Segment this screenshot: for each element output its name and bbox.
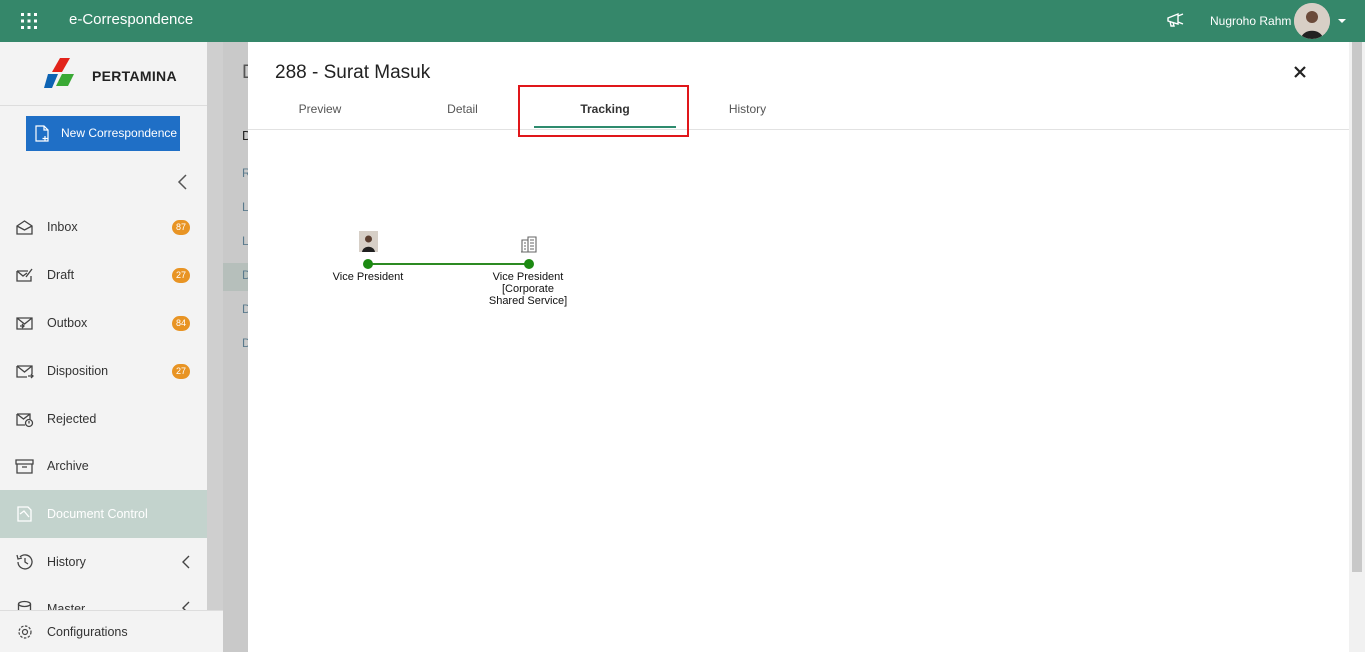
- sidebar-item-label: Master: [47, 602, 86, 610]
- user-menu-caret-icon[interactable]: [1338, 19, 1346, 23]
- building-icon: [521, 236, 537, 253]
- top-bar: e-Correspondence Nugroho Rahm: [0, 0, 1365, 42]
- pertamina-logo-icon: [44, 58, 74, 88]
- gear-icon: [18, 625, 32, 639]
- modal-title: 288 - Surat Masuk: [275, 62, 431, 83]
- new-correspondence-button[interactable]: New Correspondence: [26, 116, 180, 151]
- sidebar-item-history[interactable]: History: [0, 538, 207, 586]
- person-photo-icon: [359, 231, 378, 252]
- history-icon: [16, 554, 33, 570]
- close-icon[interactable]: [1293, 65, 1307, 79]
- page-scrollbar-thumb[interactable]: [1352, 42, 1362, 572]
- tracking-node-label: Vice President: [332, 271, 404, 283]
- sidebar-item-label: Inbox: [47, 220, 78, 234]
- inbox-count-badge: 87: [172, 219, 190, 235]
- app-grid-icon[interactable]: [20, 12, 38, 30]
- tracking-node-label-multiline: Vice President [Corporate Shared Service…: [478, 271, 578, 307]
- node-label-line: [Corporate: [502, 283, 554, 295]
- chevron-left-icon: [182, 601, 190, 610]
- collapse-sidebar-icon[interactable]: [176, 173, 190, 191]
- node-label-line: Vice President: [492, 271, 564, 283]
- logo-area: PERTAMINA: [0, 42, 207, 106]
- node-label-line: Shared Service]: [488, 295, 568, 307]
- inbox-icon: [16, 220, 33, 235]
- sidebar-item-label: Document Control: [47, 507, 148, 521]
- sidebar-item-disposition[interactable]: Disposition 27: [0, 347, 207, 395]
- master-icon: [17, 600, 32, 610]
- sidebar-item-outbox[interactable]: Outbox 84: [0, 299, 207, 347]
- outbox-icon: [16, 317, 33, 330]
- tab-preview[interactable]: Preview: [249, 94, 391, 130]
- sidebar: PERTAMINA New Correspondence Inbox 87 Dr…: [0, 42, 223, 652]
- sidebar-item-label: Archive: [47, 459, 89, 473]
- logo-text: PERTAMINA: [92, 68, 177, 84]
- tracking-connector-line: [368, 263, 529, 265]
- sidebar-item-document-control[interactable]: Document Control: [0, 490, 207, 538]
- sidebar-item-draft[interactable]: Draft 27: [0, 251, 207, 299]
- user-avatar[interactable]: [1294, 3, 1330, 39]
- disposition-icon: [16, 365, 34, 379]
- disposition-count-badge: 27: [172, 363, 190, 379]
- sidebar-item-label: Disposition: [47, 364, 109, 378]
- chevron-left-icon: [182, 555, 190, 569]
- document-control-icon: [17, 506, 32, 522]
- tracking-diagram: Vice President Vice President [Corporate…: [248, 130, 1349, 652]
- sidebar-item-archive[interactable]: Archive: [0, 442, 207, 490]
- app-title: e-Correspondence: [69, 11, 194, 28]
- tab-history[interactable]: History: [676, 94, 819, 130]
- new-correspondence-label: New Correspondence: [61, 126, 178, 140]
- document-modal: 288 - Surat Masuk Preview Detail Trackin…: [248, 42, 1349, 652]
- new-document-icon: [35, 125, 49, 142]
- sidebar-item-label: Outbox: [47, 316, 88, 330]
- configurations-label: Configurations: [47, 625, 128, 639]
- draft-icon: [16, 268, 33, 282]
- user-name[interactable]: Nugroho Rahm: [1210, 14, 1291, 28]
- tab-detail[interactable]: Detail: [391, 94, 534, 130]
- sidebar-item-rejected[interactable]: Rejected: [0, 395, 207, 443]
- rejected-icon: [16, 413, 34, 428]
- archive-icon: [15, 459, 34, 474]
- sidebar-item-label: History: [47, 555, 86, 569]
- sidebar-item-label: Rejected: [47, 412, 97, 426]
- sidebar-item-inbox[interactable]: Inbox 87: [0, 203, 207, 251]
- announcement-icon[interactable]: [1166, 11, 1186, 29]
- sidebar-item-configurations[interactable]: Configurations: [0, 610, 223, 652]
- tracking-node-dot[interactable]: [524, 259, 534, 269]
- draft-count-badge: 27: [172, 267, 190, 283]
- modal-tabs: Preview Detail Tracking History: [248, 94, 1349, 130]
- tracking-node-dot[interactable]: [363, 259, 373, 269]
- outbox-count-badge: 84: [172, 315, 190, 331]
- sidebar-item-master[interactable]: Master: [0, 586, 207, 610]
- sidebar-scrollbar[interactable]: [207, 42, 223, 610]
- sidebar-item-label: Draft: [47, 268, 75, 282]
- page-scrollbar[interactable]: [1349, 42, 1365, 652]
